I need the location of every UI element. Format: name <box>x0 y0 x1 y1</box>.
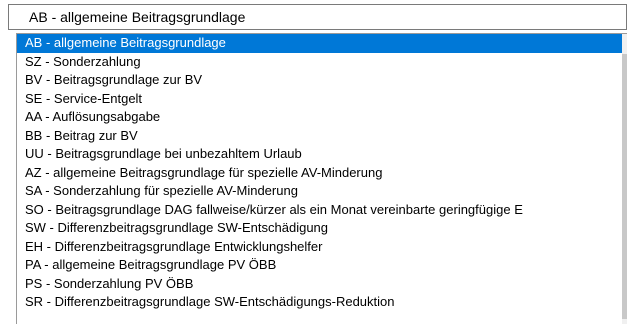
list-item-uu[interactable]: UU - Beitragsgrundlage bei unbezahltem U… <box>17 145 623 164</box>
list-item-pa[interactable]: PA - allgemeine Beitragsgrundlage PV ÖBB <box>17 256 623 275</box>
contribution-type-dropdown-list[interactable]: AB - allgemeine Beitragsgrundlage SZ - S… <box>16 33 627 324</box>
list-item-ab[interactable]: AB - allgemeine Beitragsgrundlage <box>17 34 623 53</box>
list-item-eh[interactable]: EH - Differenzbeitragsgrundlage Entwickl… <box>17 238 623 257</box>
list-item-se[interactable]: SE - Service-Entgelt <box>17 90 623 109</box>
list-item-so[interactable]: SO - Beitragsgrundlage DAG fallweise/kür… <box>17 201 623 220</box>
list-item-bb[interactable]: BB - Beitrag zur BV <box>17 127 623 146</box>
list-item-bv[interactable]: BV - Beitragsgrundlage zur BV <box>17 71 623 90</box>
list-item-sr[interactable]: SR - Differenzbeitragsgrundlage SW-Entsc… <box>17 293 623 312</box>
list-item-az[interactable]: AZ - allgemeine Beitragsgrundlage für sp… <box>17 164 623 183</box>
scrollbar-thumb[interactable] <box>622 54 627 319</box>
list-item-sw[interactable]: SW - Differenzbeitragsgrundlage SW-Entsc… <box>17 219 623 238</box>
list-item-sz[interactable]: SZ - Sonderzahlung <box>17 53 623 72</box>
list-item-aa[interactable]: AA - Auflösungsabgabe <box>17 108 623 127</box>
contribution-type-combobox[interactable]: AB - allgemeine Beitragsgrundlage <box>8 4 627 30</box>
list-item-sa[interactable]: SA - Sonderzahlung für spezielle AV-Mind… <box>17 182 623 201</box>
dropdown-items: AB - allgemeine Beitragsgrundlage SZ - S… <box>17 34 623 312</box>
list-item-ps[interactable]: PS - Sonderzahlung PV ÖBB <box>17 275 623 294</box>
combobox-selected-value: AB - allgemeine Beitragsgrundlage <box>29 9 246 25</box>
vertical-scrollbar[interactable] <box>622 34 627 324</box>
